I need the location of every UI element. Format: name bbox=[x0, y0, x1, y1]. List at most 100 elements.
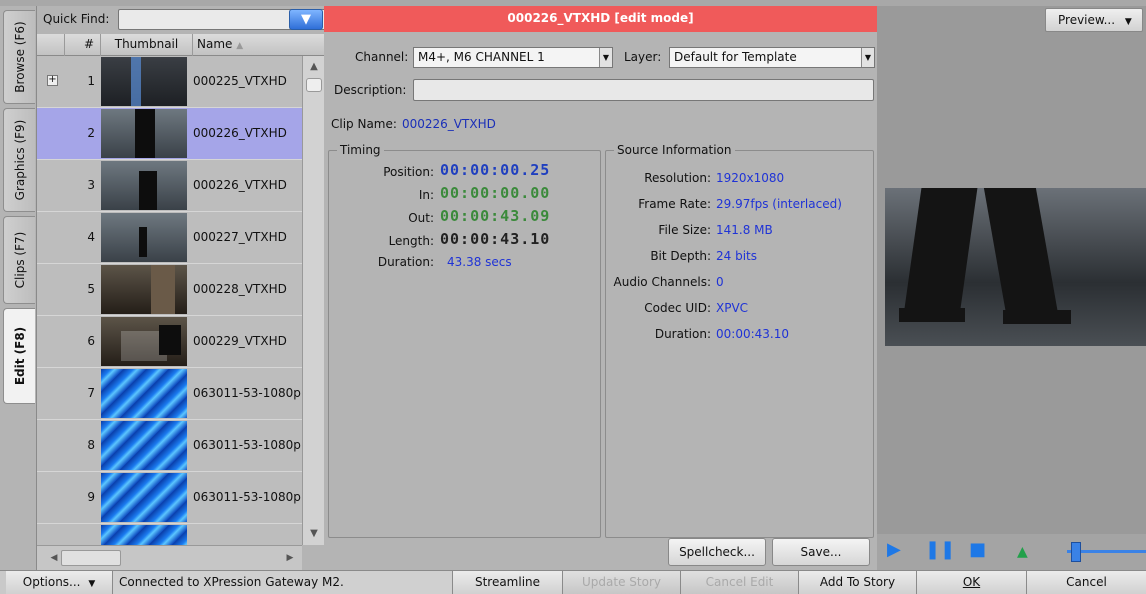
channel-select-value: M4+, M6 CHANNEL 1 bbox=[418, 50, 545, 64]
in-timecode: 00:00:00.00 bbox=[440, 184, 551, 202]
layer-select[interactable]: Default for Template ▼ bbox=[669, 47, 875, 68]
list-horizontal-scrollbar[interactable]: ◀ ▶ bbox=[37, 545, 302, 570]
spellcheck-button[interactable]: Spellcheck... bbox=[668, 538, 766, 566]
row-number: 7 bbox=[87, 386, 95, 400]
quick-find-label: Quick Find: bbox=[43, 12, 110, 26]
out-label: Out: bbox=[408, 211, 434, 225]
options-button-label: Options... bbox=[22, 575, 81, 589]
resolution-label: Resolution: bbox=[644, 171, 711, 185]
preview-video-frame bbox=[885, 188, 1146, 346]
thumbnail-image bbox=[101, 421, 187, 470]
preview-dropdown-button[interactable]: Preview... ▼ bbox=[1045, 8, 1143, 32]
out-timecode: 00:00:43.09 bbox=[440, 207, 551, 225]
file-size-value: 141.8 MB bbox=[716, 223, 773, 237]
duration-value: 43.38 secs bbox=[447, 255, 512, 269]
preview-button-label: Preview... bbox=[1058, 13, 1116, 27]
thumbnail-image bbox=[101, 161, 187, 210]
codec-uid-value: XPVC bbox=[716, 301, 749, 315]
resolution-value: 1920x1080 bbox=[716, 171, 785, 185]
list-vertical-scrollbar[interactable]: ▲ ▼ bbox=[302, 56, 324, 545]
clip-name-label: Clip Name: bbox=[331, 117, 397, 131]
sort-ascending-icon: ▲ bbox=[236, 41, 244, 51]
connection-status: Connected to XPression Gateway M2. bbox=[112, 571, 452, 594]
list-item[interactable]: 3 000226_VTXHD bbox=[37, 160, 302, 212]
chevron-down-icon: ▼ bbox=[1124, 17, 1132, 27]
add-to-story-button[interactable]: Add To Story bbox=[798, 571, 916, 594]
scroll-down-icon[interactable]: ▼ bbox=[305, 525, 323, 543]
frame-rate-value: 29.97fps (interlaced) bbox=[716, 197, 842, 211]
tab-graphics-label: Graphics (F9) bbox=[12, 119, 27, 201]
channel-select[interactable]: M4+, M6 CHANNEL 1 ▼ bbox=[413, 47, 613, 68]
edit-title-bar: 000226_VTXHD [edit mode] bbox=[324, 6, 877, 32]
thumbnail-image bbox=[101, 525, 187, 545]
layer-select-value: Default for Template bbox=[674, 50, 797, 64]
position-label: Position: bbox=[383, 165, 434, 179]
update-story-button[interactable]: Update Story bbox=[562, 571, 680, 594]
scroll-left-icon[interactable]: ◀ bbox=[47, 551, 61, 565]
thumbnail-image bbox=[101, 265, 187, 314]
row-number: 9 bbox=[87, 490, 95, 504]
list-item[interactable]: 4 000227_VTXHD bbox=[37, 212, 302, 264]
expand-icon[interactable]: + bbox=[47, 75, 58, 86]
description-label: Description: bbox=[334, 83, 407, 97]
list-item[interactable]: 9 063011-53-1080p bbox=[37, 472, 302, 524]
cancel-edit-button[interactable]: Cancel Edit bbox=[680, 571, 798, 594]
list-item[interactable] bbox=[37, 524, 302, 545]
cancel-button[interactable]: Cancel bbox=[1026, 571, 1146, 594]
playback-controls: ▶ ❚❚ ■ ▲ bbox=[877, 534, 1146, 570]
scroll-thumb[interactable] bbox=[306, 78, 322, 92]
file-size-label: File Size: bbox=[658, 223, 711, 237]
column-header-thumbnail[interactable]: Thumbnail bbox=[101, 34, 193, 56]
column-header-name[interactable]: Name ▲ bbox=[193, 34, 324, 56]
thumbnail-image bbox=[101, 109, 187, 158]
tab-browse-label: Browse (F6) bbox=[12, 21, 27, 93]
clip-name-value: 000226_VTXHD bbox=[402, 117, 496, 131]
row-name: 063011-53-1080p bbox=[193, 386, 301, 400]
source-information-title: Source Information bbox=[614, 143, 735, 157]
tab-browse[interactable]: Browse (F6) bbox=[3, 10, 35, 104]
thumbnail-image bbox=[101, 57, 187, 106]
list-item[interactable]: 2 000226_VTXHD bbox=[37, 108, 302, 160]
scroll-right-icon[interactable]: ▶ bbox=[283, 551, 297, 565]
list-item[interactable]: 7 063011-53-1080p bbox=[37, 368, 302, 420]
list-header: # Thumbnail Name ▲ bbox=[37, 34, 324, 56]
audio-channels-value: 0 bbox=[716, 275, 724, 289]
volume-slider[interactable] bbox=[1067, 542, 1146, 562]
chevron-down-icon: ▼ bbox=[599, 48, 612, 67]
tab-edit-label: Edit (F8) bbox=[12, 326, 27, 386]
expander-column-header bbox=[37, 34, 65, 56]
vertical-tab-strip: Browse (F6) Graphics (F9) Clips (F7) Edi… bbox=[0, 6, 37, 570]
chevron-down-icon[interactable]: ▼ bbox=[289, 9, 323, 30]
stop-icon[interactable]: ■ bbox=[969, 540, 986, 560]
tab-clips-label: Clips (F7) bbox=[12, 231, 27, 289]
list-item[interactable]: 5 000228_VTXHD bbox=[37, 264, 302, 316]
row-name: 000227_VTXHD bbox=[193, 230, 287, 244]
timing-group-title: Timing bbox=[337, 143, 384, 157]
streamline-button[interactable]: Streamline bbox=[452, 571, 562, 594]
frame-rate-label: Frame Rate: bbox=[638, 197, 711, 211]
save-button[interactable]: Save... bbox=[772, 538, 870, 566]
duration-label: Duration: bbox=[377, 255, 434, 269]
column-header-number[interactable]: # bbox=[65, 34, 101, 56]
scroll-up-icon[interactable]: ▲ bbox=[305, 58, 323, 76]
clip-list: + 1 000225_VTXHD 2 000226_VTXHD 3 000226… bbox=[37, 56, 302, 545]
layer-label: Layer: bbox=[624, 50, 662, 64]
row-number: 4 bbox=[87, 230, 95, 244]
options-button[interactable]: Options... ▼ bbox=[6, 571, 112, 594]
row-name: 000229_VTXHD bbox=[193, 334, 287, 348]
tab-edit[interactable]: Edit (F8) bbox=[3, 308, 35, 404]
tab-graphics[interactable]: Graphics (F9) bbox=[3, 108, 35, 212]
ok-button[interactable]: OK bbox=[916, 571, 1026, 594]
list-item[interactable]: 8 063011-53-1080p bbox=[37, 420, 302, 472]
description-input[interactable] bbox=[413, 79, 874, 101]
horizontal-scroll-thumb[interactable] bbox=[61, 550, 121, 566]
play-icon[interactable]: ▶ bbox=[887, 540, 901, 560]
list-item[interactable]: 6 000229_VTXHD bbox=[37, 316, 302, 368]
pause-icon[interactable]: ❚❚ bbox=[925, 540, 955, 560]
position-timecode: 00:00:00.25 bbox=[440, 161, 551, 179]
source-information-group: Source Information Resolution: 1920x1080… bbox=[605, 143, 874, 538]
eject-icon[interactable]: ▲ bbox=[1017, 542, 1028, 562]
list-item[interactable]: + 1 000225_VTXHD bbox=[37, 56, 302, 108]
bit-depth-value: 24 bits bbox=[716, 249, 757, 263]
tab-clips[interactable]: Clips (F7) bbox=[3, 216, 35, 304]
